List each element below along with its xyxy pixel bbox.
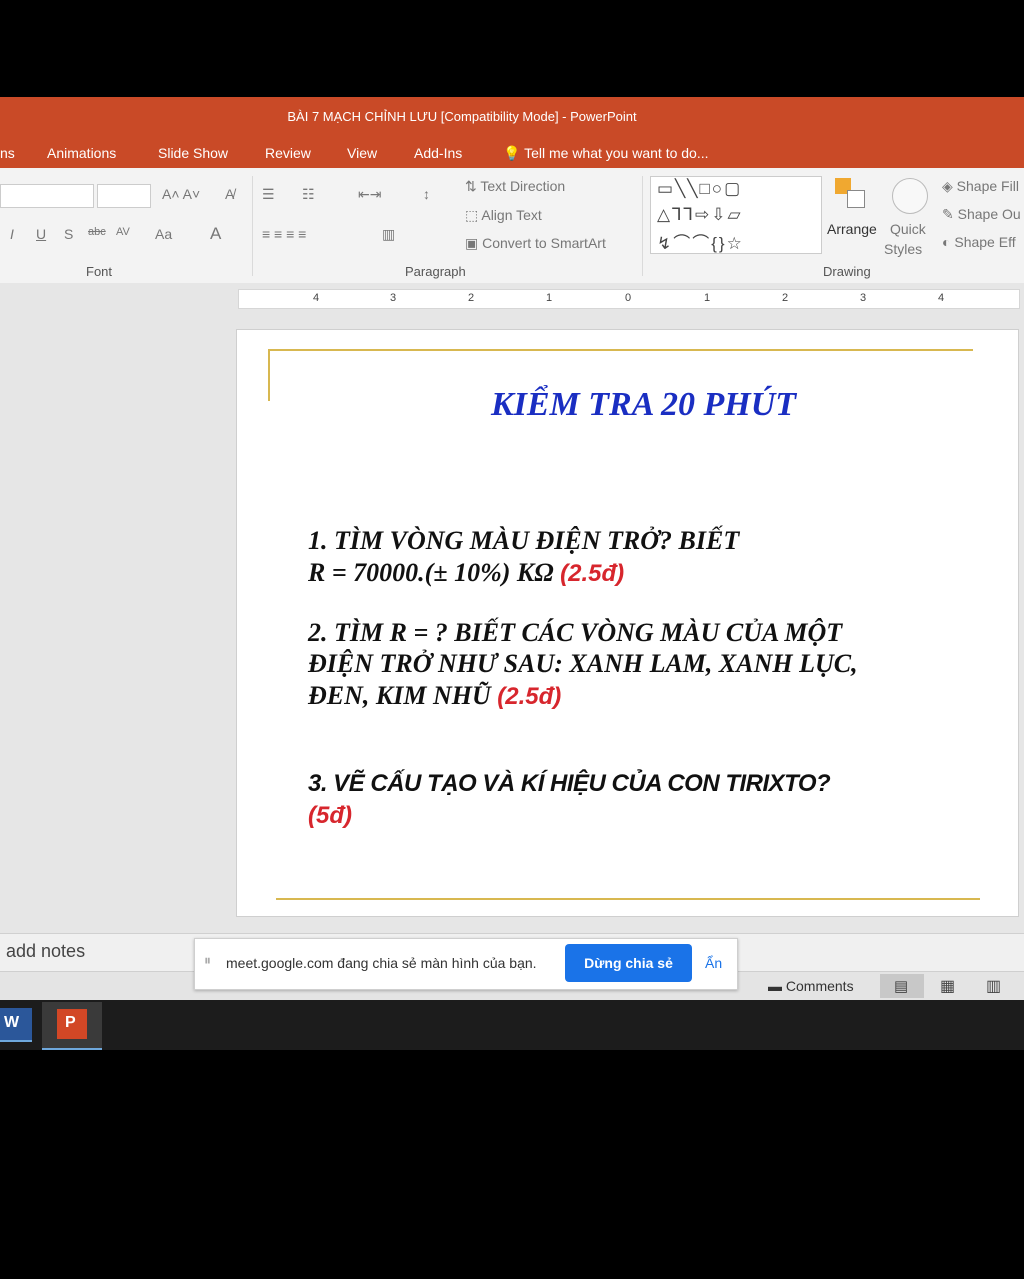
horizontal-ruler[interactable]: 4 3 2 1 0 1 2 3 4	[238, 289, 1020, 309]
normal-view-icon: ▤	[894, 978, 909, 995]
comment-icon: ▬	[768, 978, 782, 994]
group-label-paragraph: Paragraph	[405, 264, 466, 279]
shapes-row-2: △⅂⅂⇨⇩▱	[657, 205, 743, 224]
change-case-icon[interactable]: Aa	[155, 226, 172, 242]
tab-slide-show[interactable]: Slide Show	[158, 145, 228, 161]
smartart-icon: ▣	[465, 235, 479, 251]
shapes-row-1: ▭╲╲□○▢	[657, 179, 743, 198]
arrange-button[interactable]: Arrange	[827, 221, 877, 237]
align-text-button[interactable]: ⬚ Align Text	[465, 207, 542, 224]
shape-outline-button[interactable]: ✎ Shape Ou	[942, 206, 1021, 223]
question-3-points[interactable]: (5đ)	[308, 800, 352, 831]
window-title: BÀI 7 MẠCH CHỈNH LƯU [Compatibility Mode…	[287, 109, 637, 124]
shapes-row-3: ↯⌒⌒{}☆	[657, 234, 744, 253]
numbering-icon[interactable]: ☷	[302, 186, 315, 203]
ruler-tick: 4	[313, 292, 320, 304]
align-text-icon: ⬚	[465, 207, 479, 223]
share-message: meet.google.com đang chia sẻ màn hình củ…	[226, 955, 537, 971]
align-icons[interactable]: ≡ ≡ ≡ ≡	[262, 226, 306, 242]
question-1-line-2[interactable]: R = 70000.(± 10%) KΩ (2.5đ)	[308, 557, 624, 589]
pencil-icon: ✎	[942, 206, 954, 222]
ruler-tick: 2	[468, 292, 475, 304]
char-spacing-icon[interactable]: AV	[116, 226, 130, 238]
group-label-drawing: Drawing	[823, 264, 871, 279]
slide-accent-line-bottom	[276, 898, 980, 900]
question-3-line-1[interactable]: 3. VẼ CẤU TẠO VÀ KÍ HIỆU CỦA CON TIRIXTO…	[308, 768, 831, 799]
text-direction-button[interactable]: ⇅ Text Direction	[465, 178, 565, 195]
ruler-tick: 3	[860, 292, 867, 304]
ribbon-tabs: ns Animations Slide Show Review View Add…	[0, 139, 1024, 168]
lightbulb-icon: 💡	[503, 145, 521, 161]
clear-format-icon[interactable]: A̸	[225, 186, 234, 202]
hide-banner-button[interactable]: Ẩn	[705, 955, 722, 971]
effects-icon: ◐	[942, 234, 951, 250]
question-2-line-2[interactable]: ĐIỆN TRỞ NHƯ SAU: XANH LAM, XANH LỤC,	[308, 648, 858, 679]
word-taskbar-icon[interactable]: W	[0, 1008, 32, 1042]
ruler-tick: 3	[390, 292, 397, 304]
ruler-tick: 1	[704, 292, 711, 304]
question-1-line-1[interactable]: 1. TÌM VÒNG MÀU ĐIỆN TRỞ? BIẾT	[308, 525, 739, 556]
separator	[642, 176, 643, 276]
font-color-icon[interactable]: A	[210, 224, 221, 244]
powerpoint-icon: P	[57, 1009, 87, 1039]
comments-button[interactable]: ▬ Comments	[768, 978, 854, 994]
tab-review[interactable]: Review	[265, 145, 311, 161]
italic-icon[interactable]: I	[10, 226, 14, 242]
title-bar: BÀI 7 MẠCH CHỈNH LƯU [Compatibility Mode…	[0, 97, 1024, 139]
question-2-points: (2.5đ)	[497, 683, 562, 710]
shape-effects-button[interactable]: ◐ Shape Eff	[942, 234, 1016, 250]
powerpoint-taskbar-button[interactable]: P	[42, 1002, 102, 1050]
quick-styles-label-2[interactable]: Styles	[884, 241, 922, 257]
ruler-tick: 1	[546, 292, 553, 304]
paint-bucket-icon: ◈	[942, 178, 953, 194]
quick-styles-label[interactable]: Quick	[890, 221, 926, 237]
quick-styles-icon	[892, 178, 928, 214]
convert-smartart-button[interactable]: ▣ Convert to SmartArt	[465, 235, 606, 252]
line-spacing-icon[interactable]: ↕	[423, 186, 430, 202]
columns-icon[interactable]: ▥	[382, 226, 395, 243]
reading-view-icon[interactable]: ▥	[986, 976, 1001, 996]
tab-animations[interactable]: Animations	[47, 145, 116, 161]
tell-me-search[interactable]: 💡 Tell me what you want to do...	[503, 145, 709, 162]
ribbon: A˄ A˅ A̸ I U S abc AV Aa A Font ☰ ☷ ⇤⇥ ↕…	[0, 168, 1024, 284]
indent-icon[interactable]: ⇤⇥	[358, 186, 381, 203]
slide-accent-line-top	[268, 349, 973, 351]
question-2-line-3[interactable]: ĐEN, KIM NHŨ (2.5đ)	[308, 680, 561, 712]
ruler-tick: 2	[782, 292, 789, 304]
shapes-gallery[interactable]: ▭╲╲□○▢ △⅂⅂⇨⇩▱ ↯⌒⌒{}☆	[650, 176, 822, 254]
tab-view[interactable]: View	[347, 145, 377, 161]
stop-sharing-button[interactable]: Dừng chia sẻ	[565, 944, 692, 982]
underline-icon[interactable]: U	[36, 226, 46, 242]
slide-title[interactable]: KIỂM TRA 20 PHÚT	[236, 386, 1024, 424]
shadow-icon[interactable]: S	[64, 226, 73, 242]
tell-me-label: Tell me what you want to do...	[524, 145, 709, 161]
normal-view-button[interactable]: ▤	[880, 974, 924, 998]
drag-handle-icon[interactable]: ⏸	[204, 952, 211, 969]
bullets-icon[interactable]: ☰	[262, 186, 275, 203]
font-name-box[interactable]	[0, 184, 94, 208]
ruler-tick: 4	[938, 292, 945, 304]
text-direction-icon: ⇅	[465, 178, 477, 194]
separator	[252, 176, 253, 276]
question-1-points: (2.5đ)	[560, 560, 625, 587]
group-label-font: Font	[86, 264, 113, 279]
tab-transitions[interactable]: ns	[0, 145, 15, 161]
question-2-line-1[interactable]: 2. TÌM R = ? BIẾT CÁC VÒNG MÀU CỦA MỘT	[308, 617, 842, 648]
arrange-icon	[835, 178, 869, 212]
slide-sorter-icon[interactable]: ▦	[940, 976, 955, 996]
ruler-tick: 0	[625, 292, 632, 304]
shape-fill-button[interactable]: ◈ Shape Fill	[942, 178, 1019, 195]
strikethrough-icon[interactable]: abc	[88, 226, 106, 238]
notes-placeholder[interactable]: add notes	[6, 941, 85, 962]
grow-font-icon[interactable]: A˄ A˅	[162, 186, 200, 202]
tab-add-ins[interactable]: Add-Ins	[414, 145, 462, 161]
font-size-box[interactable]	[97, 184, 151, 208]
taskbar	[0, 1000, 1024, 1050]
